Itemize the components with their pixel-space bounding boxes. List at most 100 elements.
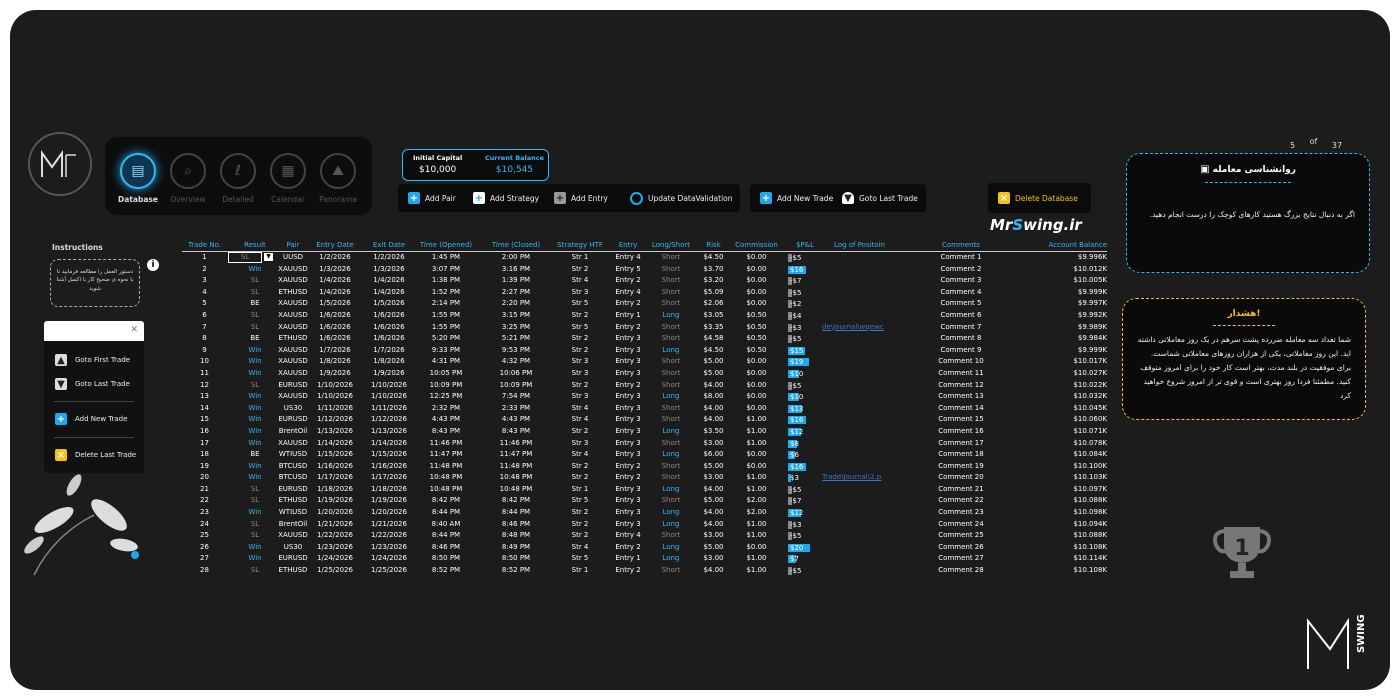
table-cell[interactable]: $10.032K [1022,392,1107,400]
table-cell[interactable]: $0.00 [735,357,778,365]
table-cell[interactable]: Str 3 [550,357,610,365]
table-cell[interactable]: $0.00 [735,253,778,261]
table-cell[interactable]: $0.50 [735,311,778,319]
table-cell[interactable]: $10.108K [1022,543,1107,551]
table-cell[interactable]: $5.00 [696,369,731,377]
tab-overview[interactable]: ⌕ Overview [163,153,213,204]
table-cell[interactable]: 1/9/2026 [307,369,363,377]
table-cell[interactable]: Comment 9 [922,346,1000,354]
table-cell[interactable]: $10.098K [1022,508,1107,516]
table-cell[interactable]: $3.00 [696,473,731,481]
table-cell[interactable]: Comment 28 [922,566,1000,574]
table-cell[interactable]: Entry 5 [610,265,646,273]
table-cell[interactable]: $1.00 [735,439,778,447]
table-cell[interactable]: 1/22/2026 [307,531,363,539]
table-cell[interactable]: $1.00 [735,531,778,539]
add-new-trade-button[interactable]: + Add New Trade [55,413,127,425]
table-cell[interactable]: Str 2 [550,473,610,481]
table-cell[interactable]: $10.088K [1022,496,1107,504]
table-cell[interactable]: 5 [182,299,227,307]
table-cell[interactable]: 16 [182,427,227,435]
table-cell[interactable]: 1/18/2026 [307,485,363,493]
table-cell[interactable]: Long [647,554,695,562]
table-cell[interactable]: Str 4 [550,415,610,423]
table-cell[interactable]: Str 2 [550,508,610,516]
table-cell[interactable]: 1/7/2026 [361,346,417,354]
table-cell[interactable]: Short [647,369,695,377]
table-cell[interactable]: Entry 4 [610,288,646,296]
table-cell[interactable]: $0.00 [735,265,778,273]
table-cell[interactable]: Comment 15 [922,415,1000,423]
table-cell[interactable]: 20 [182,473,227,481]
table-cell[interactable]: 1/6/2026 [361,334,417,342]
table-cell[interactable]: Entry 4 [610,253,646,261]
table-cell[interactable]: 1:39 PM [485,276,547,284]
table-cell[interactable]: 4 [182,288,227,296]
column-header[interactable]: Commission [735,241,778,251]
table-cell[interactable]: 25 [182,531,227,539]
table-cell[interactable]: Entry 3 [610,404,646,412]
table-cell[interactable]: 1/25/2026 [307,566,363,574]
table-cell[interactable]: 2 [182,265,227,273]
table-cell[interactable]: 11:47 PM [415,450,477,458]
table-cell[interactable]: $3.70 [696,265,731,273]
table-cell[interactable]: 1/6/2026 [307,323,363,331]
table-cell[interactable]: Comment 10 [922,357,1000,365]
table-cell[interactable]: 8:43 PM [485,427,547,435]
table-cell[interactable]: $8.00 [696,392,731,400]
table-cell[interactable]: $4.00 [696,566,731,574]
table-cell[interactable]: Str 2 [550,462,610,470]
table-cell[interactable]: 11:48 PM [415,462,477,470]
table-row[interactable]: 6 SL XAUUSD 1/6/2026 1/6/2026 1:55 PM 3:15 PM S… [182,310,1107,322]
table-cell[interactable]: 8:42 PM [415,496,477,504]
table-cell[interactable]: $6.00 [696,450,731,458]
table-cell[interactable]: Long [647,392,695,400]
table-cell[interactable]: 11:46 PM [415,439,477,447]
table-cell[interactable]: Comment 12 [922,381,1000,389]
table-cell[interactable]: $3.05 [696,311,731,319]
table-cell[interactable]: 10:09 PM [485,381,547,389]
table-cell[interactable]: 1/6/2026 [361,311,417,319]
table-cell[interactable]: 1/10/2026 [307,381,363,389]
table-cell[interactable]: 8:49 PM [485,543,547,551]
table-cell[interactable]: 1/10/2026 [361,392,417,400]
column-header[interactable]: Time (Closed) [485,241,547,251]
table-cell[interactable]: $5.09 [696,288,731,296]
table-cell[interactable]: 4:32 PM [485,357,547,365]
table-cell[interactable]: $4.00 [696,485,731,493]
table-cell[interactable]: 1:55 PM [415,323,477,331]
table-cell[interactable]: Entry 3 [610,415,646,423]
table-cell[interactable]: 4:31 PM [415,357,477,365]
column-header[interactable]: Log of Positoin [834,241,914,251]
table-cell[interactable]: Comment 5 [922,299,1000,307]
table-cell[interactable]: 8:44 PM [485,508,547,516]
table-cell[interactable]: 1:55 PM [415,311,477,319]
table-cell[interactable]: 27 [182,554,227,562]
table-cell[interactable]: 2:14 PM [415,299,477,307]
table-cell[interactable]: 1/11/2026 [361,404,417,412]
table-cell[interactable]: 10 [182,357,227,365]
table-cell[interactable]: $9.996K [1022,253,1107,261]
table-cell[interactable]: Entry 2 [610,473,646,481]
table-cell[interactable]: Short [647,265,695,273]
table-row[interactable]: 2 Win XAUUSD 1/3/2026 1/3/2026 3:07 PM 3:16 PM… [182,264,1107,276]
table-cell[interactable]: Comment 4 [922,288,1000,296]
tab-calendar[interactable]: ▦ Calendar [263,153,313,204]
table-cell[interactable]: 1/25/2026 [361,566,417,574]
table-cell[interactable]: 1/17/2026 [307,473,363,481]
table-cell[interactable]: 3 [182,276,227,284]
table-cell[interactable]: 28 [182,566,227,574]
table-cell[interactable]: 1/23/2026 [361,543,417,551]
table-cell[interactable]: Entry 3 [610,392,646,400]
table-cell[interactable]: 1/4/2026 [307,276,363,284]
table-cell[interactable]: Entry 3 [610,508,646,516]
table-cell[interactable]: Comment 24 [922,520,1000,528]
table-cell[interactable]: 7:54 PM [485,392,547,400]
table-cell[interactable]: 1/2/2026 [361,253,417,261]
add-new-trade-button[interactable]: + Add New Trade [760,192,833,204]
table-cell[interactable]: $3.00 [696,554,731,562]
table-cell[interactable]: Short [647,334,695,342]
table-cell[interactable]: 14 [182,404,227,412]
table-cell[interactable]: Comment 22 [922,496,1000,504]
table-cell[interactable]: Str 2 [550,311,610,319]
